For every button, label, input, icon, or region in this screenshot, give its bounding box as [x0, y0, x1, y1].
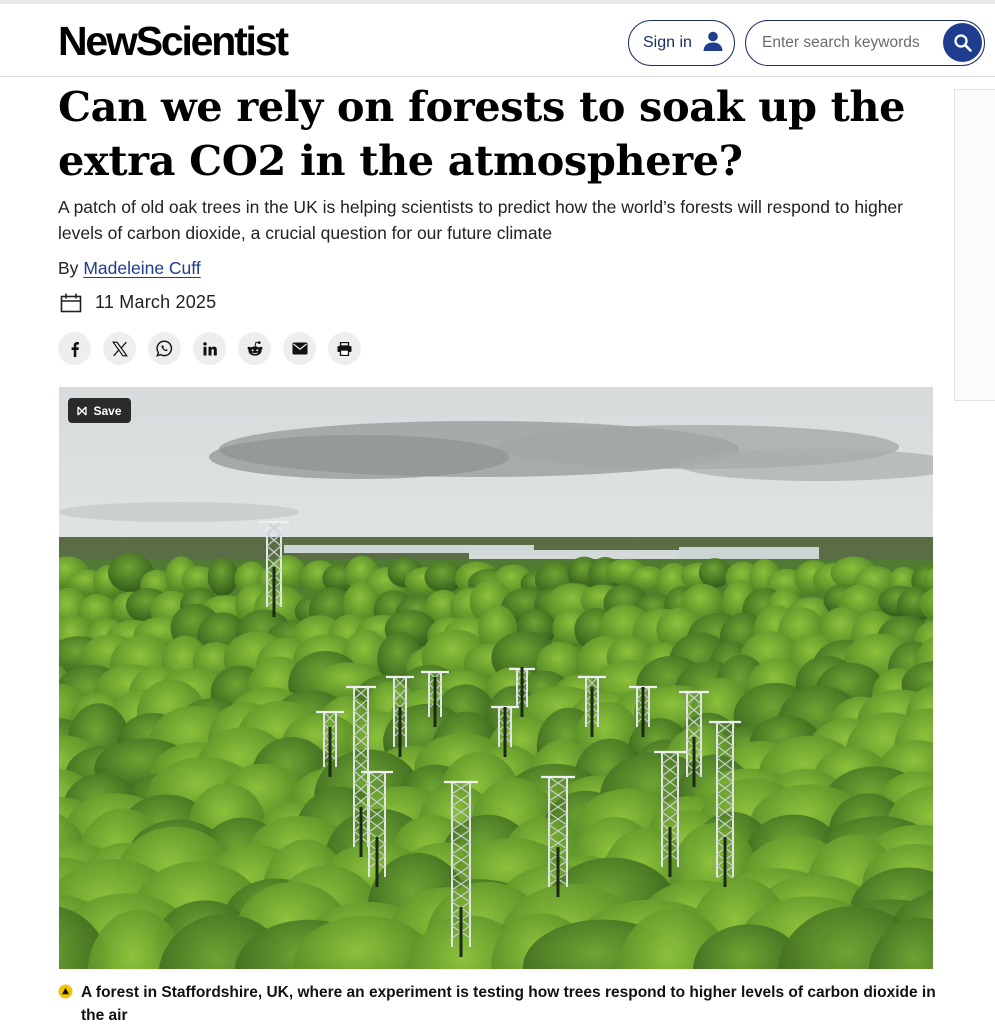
save-label: Save: [93, 403, 122, 418]
publish-date: 11 March 2025: [60, 292, 216, 313]
share-email-button[interactable]: [283, 332, 316, 365]
reddit-icon: [246, 340, 264, 358]
article-hero-image: [59, 387, 933, 969]
save-article-button[interactable]: Save: [68, 398, 131, 423]
share-linkedin-button[interactable]: [193, 332, 226, 365]
author-link[interactable]: Madeleine Cuff: [83, 258, 200, 278]
bookmark-icon: [77, 406, 88, 416]
share-bar: [58, 332, 361, 365]
article-standfirst: A patch of old oak trees in the UK is he…: [58, 197, 903, 243]
print-button[interactable]: [328, 332, 361, 365]
linkedin-icon: [202, 341, 218, 357]
user-icon: [702, 30, 724, 57]
share-whatsapp-button[interactable]: [148, 332, 181, 365]
print-icon: [337, 341, 352, 356]
share-facebook-button[interactable]: [58, 332, 91, 365]
site-logo[interactable]: NewScientist: [58, 17, 289, 65]
sidebar-ad-slot: [954, 89, 995, 401]
whatsapp-icon: [156, 340, 173, 357]
sign-in-button[interactable]: Sign in: [628, 20, 735, 66]
article-headline: Can we rely on forests to soak up the ex…: [58, 82, 906, 185]
search-button[interactable]: [943, 23, 982, 62]
byline: By Madeleine Cuff: [58, 258, 201, 279]
share-x-button[interactable]: [103, 332, 136, 365]
image-caption: A forest in Staffordshire, UK, where an …: [58, 981, 938, 1024]
calendar-icon: [60, 293, 82, 313]
x-icon: [111, 341, 128, 357]
site-header: NewScientist Sign in: [0, 4, 995, 77]
search-icon: [953, 33, 973, 53]
caption-marker-icon: [58, 984, 73, 1024]
byline-prefix: By: [58, 258, 79, 278]
email-icon: [292, 342, 308, 355]
facebook-icon: [67, 341, 83, 357]
search-box: [745, 20, 985, 66]
publish-date-text: 11 March 2025: [95, 292, 217, 312]
sign-in-label: Sign in: [643, 34, 692, 51]
share-reddit-button[interactable]: [238, 332, 271, 365]
caption-text: A forest in Staffordshire, UK, where an …: [81, 984, 936, 1024]
search-input[interactable]: [762, 21, 942, 64]
